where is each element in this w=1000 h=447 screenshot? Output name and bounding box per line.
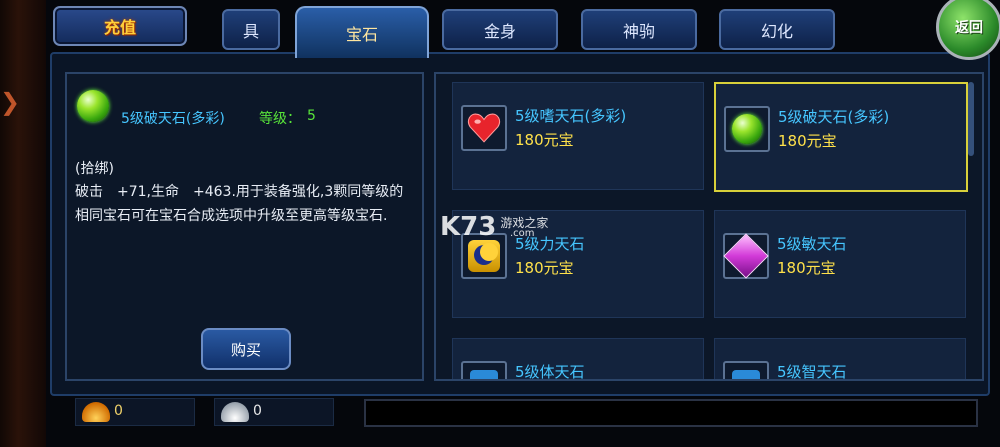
item-price: 180元宝 bbox=[777, 259, 836, 277]
detail-level-label: 等级： bbox=[259, 111, 301, 127]
tab-steed[interactable]: 神驹 bbox=[581, 9, 697, 50]
watermark-url: .com bbox=[510, 228, 535, 239]
item-price: 180元宝 bbox=[778, 132, 837, 150]
item-name: 5级嗜天石(多彩) bbox=[515, 107, 627, 125]
silver-shell-icon bbox=[221, 402, 249, 422]
blue-gem-icon bbox=[470, 370, 498, 379]
gem-item-card[interactable]: 5级敏天石 180元宝 bbox=[714, 210, 966, 318]
item-detail-panel: 5级破天石(多彩) 等级： 5 (拾绑) 破击 +71,生命 +463.用于装备… bbox=[65, 72, 424, 381]
red-heart-gem-icon bbox=[467, 113, 501, 143]
tab-transform[interactable]: 幻化 bbox=[719, 9, 835, 50]
back-button[interactable]: 返回 bbox=[926, 0, 1000, 64]
detail-description: 破击 +71,生命 +463.用于装备强化,3颗同等级的相同宝石可在宝石合成选项… bbox=[75, 184, 404, 224]
item-price: 180元宝 bbox=[515, 259, 574, 277]
green-gem-icon bbox=[77, 90, 109, 122]
green-gem-icon bbox=[732, 114, 762, 144]
moon-star-gem-icon bbox=[468, 240, 500, 272]
gem-item-card[interactable]: 5级体天石 bbox=[452, 338, 704, 381]
tab-equipment-partial[interactable]: 具 bbox=[222, 9, 280, 50]
gem-item-card[interactable]: 5级嗜天石(多彩) 180元宝 bbox=[452, 82, 704, 190]
item-name: 5级智天石 bbox=[777, 363, 847, 381]
message-bar bbox=[364, 399, 978, 427]
grid-scrollbar[interactable] bbox=[968, 82, 974, 156]
item-icon-frame bbox=[461, 105, 507, 151]
item-icon-frame bbox=[461, 361, 507, 379]
detail-bind-status: (拾绑) bbox=[75, 161, 114, 177]
silver-currency-display: 0 bbox=[214, 398, 334, 426]
purple-crystal-gem-icon bbox=[723, 233, 769, 279]
left-edge-decoration: ❯ bbox=[0, 0, 46, 447]
buy-button[interactable]: 购买 bbox=[201, 328, 291, 370]
gold-currency-value: 0 bbox=[114, 403, 123, 419]
item-price: 180元宝 bbox=[515, 131, 574, 149]
gold-shell-icon bbox=[82, 402, 110, 422]
silver-currency-value: 0 bbox=[253, 403, 262, 419]
detail-title: 5级破天石(多彩) bbox=[121, 111, 225, 127]
item-icon-frame bbox=[724, 106, 770, 152]
left-edge-mark: ❯ bbox=[0, 88, 21, 116]
recharge-button[interactable]: 充值 bbox=[53, 6, 187, 46]
gem-item-card[interactable]: 5级智天石 bbox=[714, 338, 966, 381]
item-icon-frame bbox=[723, 361, 769, 379]
item-icon-frame bbox=[723, 233, 769, 279]
gold-currency-display: 0 bbox=[75, 398, 195, 426]
blue-gem-icon bbox=[732, 370, 760, 379]
item-name: 5级破天石(多彩) bbox=[778, 108, 890, 126]
item-name: 5级敏天石 bbox=[777, 235, 847, 253]
item-name: 5级体天石 bbox=[515, 363, 585, 381]
tab-golden-body[interactable]: 金身 bbox=[442, 9, 558, 50]
tab-gem[interactable]: 宝石 bbox=[295, 6, 429, 58]
watermark-logo-text: K73 bbox=[440, 212, 497, 242]
gem-item-card-selected[interactable]: 5级破天石(多彩) 180元宝 bbox=[714, 82, 968, 192]
detail-level-value: 5 bbox=[307, 108, 316, 124]
back-button-label: 返回 bbox=[936, 0, 1000, 60]
